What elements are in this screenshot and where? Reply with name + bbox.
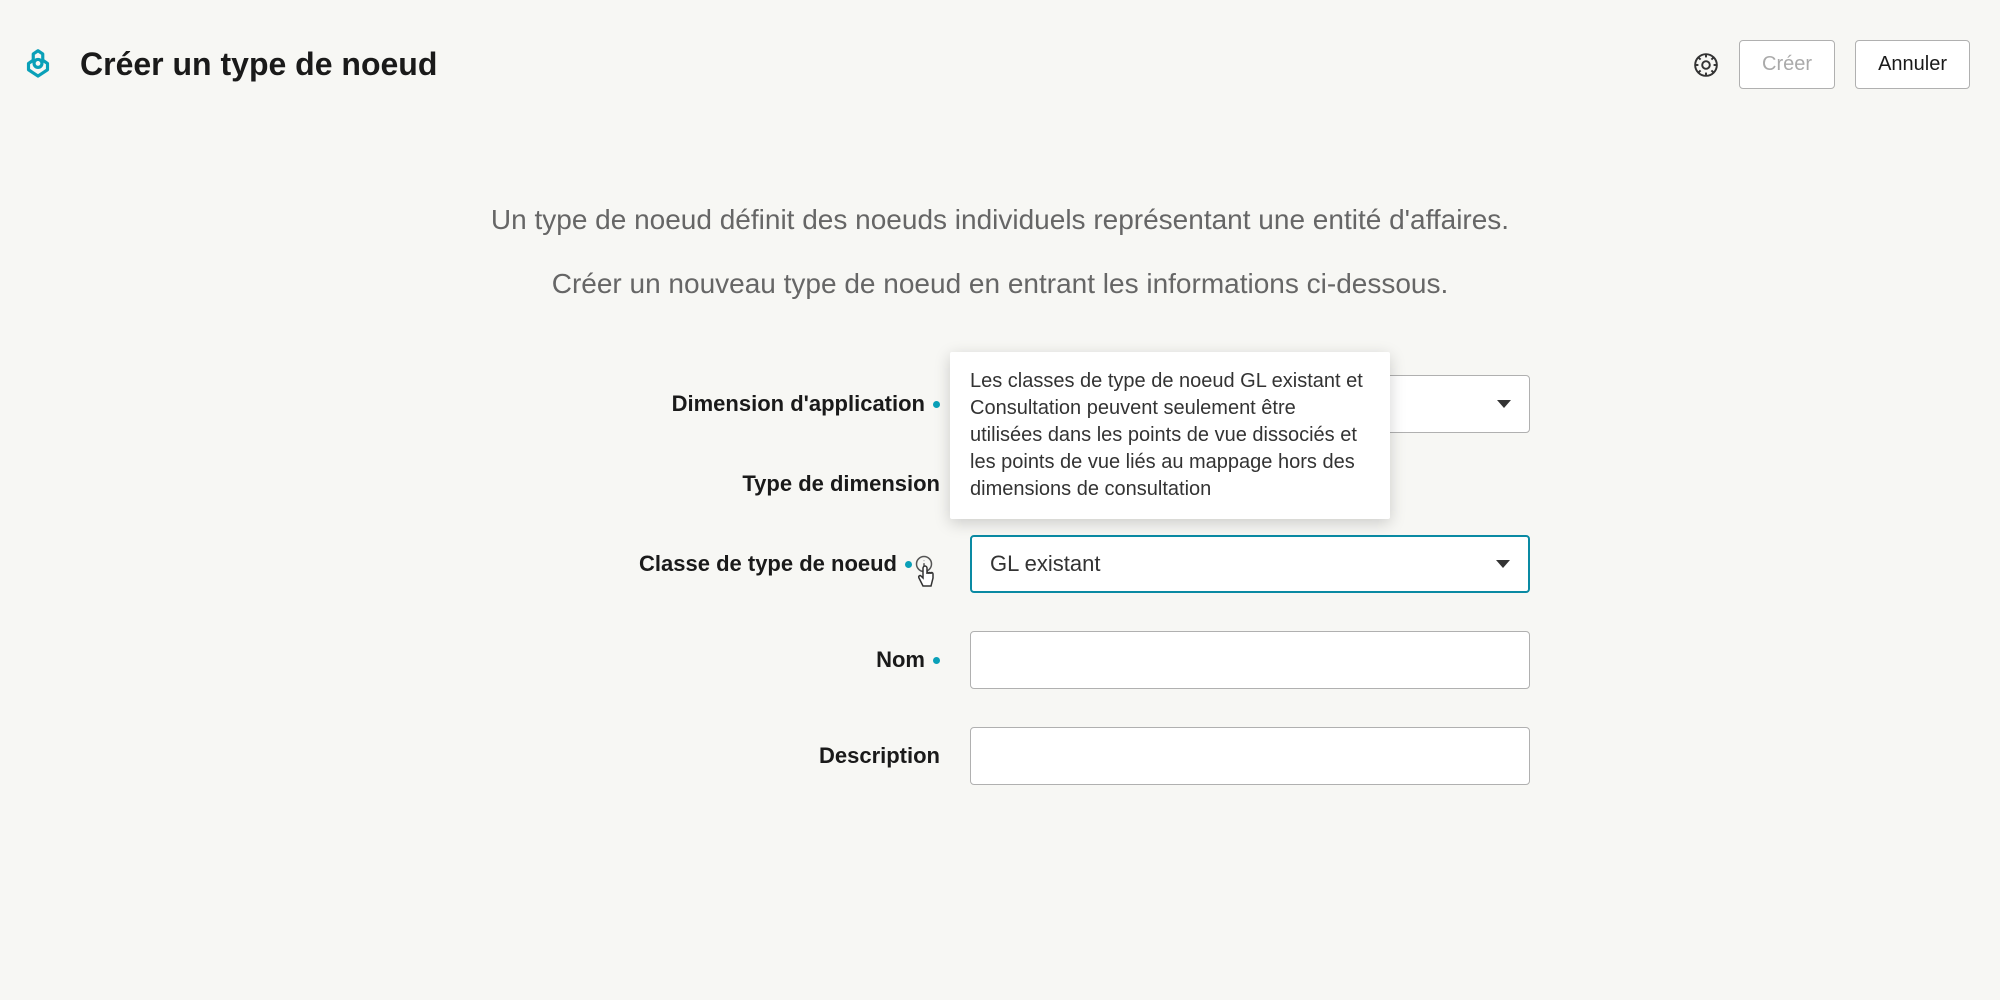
class-value: GL existant [990,551,1100,577]
intro-line1: Un type de noeud définit des noeuds indi… [400,199,1600,241]
dimension-type-label: Type de dimension [742,471,940,497]
form: Les classes de type de noeud GL existant… [450,375,1550,785]
row-name: Nom [450,631,1550,689]
tooltip: Les classes de type de noeud GL existant… [950,352,1390,519]
row-class: Classe de type de noeud GL exis [450,535,1550,593]
row-description: Description [450,727,1550,785]
description-input[interactable] [970,727,1530,785]
intro-text: Un type de noeud définit des noeuds indi… [400,199,1600,305]
chevron-down-icon [1497,400,1511,408]
page-title: Créer un type de noeud [80,46,437,83]
class-select[interactable]: GL existant [970,535,1530,593]
settings-icon[interactable] [1693,52,1719,78]
name-input[interactable] [970,631,1530,689]
name-label: Nom [876,647,925,673]
required-indicator [905,561,912,568]
label-col: Description [450,743,970,769]
required-indicator [933,401,940,408]
cursor-hand-icon [914,564,938,592]
label-col: Dimension d'application [450,391,970,417]
chevron-down-icon [1496,560,1510,568]
required-indicator [933,657,940,664]
label-col: Type de dimension [450,471,970,497]
header-left: Créer un type de noeud [18,45,437,85]
label-col: Nom [450,647,970,673]
header: Créer un type de noeud Créer Annuler [0,0,2000,89]
label-col: Classe de type de noeud [450,551,970,577]
class-label: Classe de type de noeud [639,551,897,577]
description-label: Description [819,743,940,769]
node-icon [18,45,58,85]
create-button[interactable]: Créer [1739,40,1835,89]
app-dimension-label: Dimension d'application [672,391,925,417]
cancel-button[interactable]: Annuler [1855,40,1970,89]
intro-line2: Créer un nouveau type de noeud en entran… [400,263,1600,305]
tooltip-text: Les classes de type de noeud GL existant… [970,370,1363,500]
header-right: Créer Annuler [1693,40,1970,89]
